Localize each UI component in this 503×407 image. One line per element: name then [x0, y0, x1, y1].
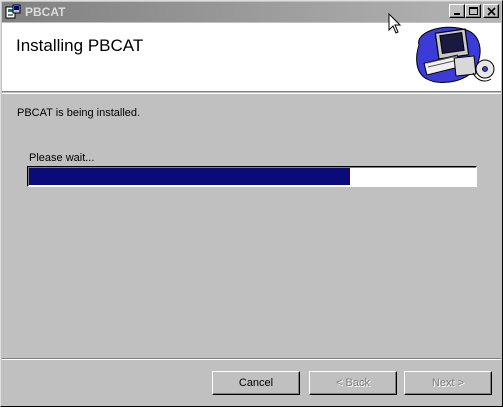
- progress-fill: [29, 168, 350, 185]
- mouse-pointer-icon: [388, 13, 402, 34]
- installer-app-icon: [5, 4, 21, 20]
- minimize-button[interactable]: [449, 4, 465, 18]
- title-bar[interactable]: PBCAT: [2, 2, 501, 22]
- close-icon: [487, 7, 496, 16]
- cancel-button[interactable]: Cancel: [212, 371, 300, 395]
- maximize-icon: [469, 7, 478, 15]
- next-button[interactable]: Next >: [404, 371, 492, 395]
- computer-installer-icon: [411, 25, 495, 89]
- back-button[interactable]: < Back: [309, 371, 397, 395]
- title-bar-buttons: [449, 4, 499, 18]
- please-wait-label: Please wait...: [29, 152, 95, 164]
- install-status-text: PBCAT is being installed.: [17, 107, 141, 119]
- button-area-divider: [2, 358, 501, 360]
- install-progress-bar: [27, 166, 477, 187]
- page-title: Installing PBCAT: [16, 36, 144, 55]
- header-divider: [2, 93, 501, 94]
- minimize-icon: [454, 13, 460, 15]
- wizard-header: Installing PBCAT: [2, 23, 501, 92]
- window-title: PBCAT: [25, 5, 66, 19]
- installer-window: PBCAT Installing PBCAT PBCAT is being in…: [0, 0, 503, 407]
- close-button[interactable]: [483, 4, 499, 18]
- maximize-button[interactable]: [465, 4, 481, 18]
